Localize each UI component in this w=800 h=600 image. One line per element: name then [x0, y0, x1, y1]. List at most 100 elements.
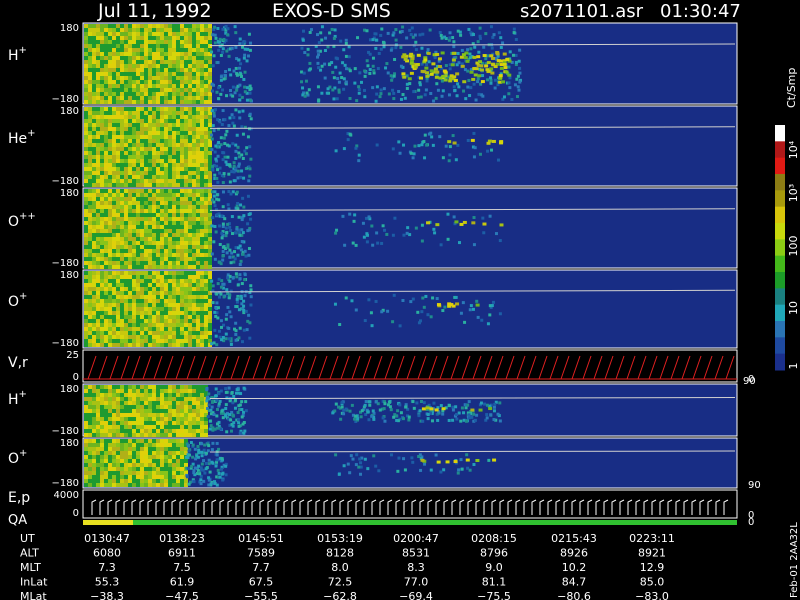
spectrogram-cell [148, 60, 152, 64]
spectrogram-cell [241, 132, 245, 136]
spectrogram-cell [100, 397, 104, 401]
spectrogram-cell [164, 28, 168, 32]
spectrogram-cell [156, 405, 160, 409]
spectrogram-cell [503, 66, 508, 70]
spectrogram-cell [437, 65, 442, 69]
spectrogram-cell [208, 257, 212, 261]
spectrogram-cell [501, 80, 506, 84]
spectrogram-cell [128, 343, 132, 347]
spectrogram-cell [493, 86, 497, 90]
spectrogram-cell [136, 159, 140, 163]
spectrogram-cell [156, 111, 160, 115]
spectrogram-cell [226, 276, 230, 280]
spectrogram-cell [156, 409, 160, 413]
spectrogram-cell [200, 143, 204, 147]
spectrogram-cell [184, 417, 188, 421]
spectrogram-cell [124, 60, 128, 64]
spectrogram-cell [112, 257, 116, 261]
spectrogram-cell [144, 60, 148, 64]
spectrogram-cell [180, 213, 184, 217]
spectrogram-cell [148, 233, 152, 237]
spectrogram-cell [200, 261, 204, 265]
spectrogram-cell [160, 425, 164, 429]
spectrogram-cell [188, 213, 192, 217]
spectrogram-cell [128, 40, 132, 44]
spectrogram-cell [160, 311, 164, 315]
spectrogram-cell [187, 449, 191, 453]
spectrogram-cell [96, 319, 100, 323]
spectrogram-cell [88, 221, 92, 225]
spectrogram-cell [152, 303, 156, 307]
spectrogram-cell [233, 91, 237, 95]
spectrogram-cell [221, 478, 225, 482]
spectrogram-cell [88, 201, 92, 205]
spectrogram-cell [176, 44, 180, 48]
header-instrument: EXOS-D SMS [272, 0, 391, 22]
spectrogram-cell [148, 201, 152, 205]
spectrogram-cell [148, 315, 152, 319]
spectrogram-cell [176, 100, 180, 104]
spectrogram-cell [465, 59, 470, 63]
spectrogram-cell [204, 303, 208, 307]
spectrogram-cell [423, 156, 427, 160]
spectrogram-cell [245, 328, 249, 332]
spectrogram-cell [112, 201, 116, 205]
spectrogram-cell [160, 299, 164, 303]
spectrogram-cell [148, 303, 152, 307]
spectrogram-cell [231, 121, 235, 125]
spectrogram-cell [104, 433, 108, 437]
spectrogram-cell [176, 209, 180, 213]
spectrogram-cell [108, 155, 112, 159]
spectrogram-cell [192, 40, 196, 44]
footer-cell: 8128 [326, 547, 354, 560]
spectrogram-cell [359, 415, 363, 419]
spectrogram-cell [100, 221, 104, 225]
spectrogram-cell [104, 84, 108, 88]
spectrogram-cell [246, 222, 250, 226]
spectrogram-cell [132, 80, 136, 84]
spectrogram-cell [88, 123, 92, 127]
spectrogram-cell [172, 80, 176, 84]
spectrogram-cell [345, 67, 349, 71]
spectrogram-cell [148, 475, 152, 479]
spectrogram-cell [204, 217, 208, 221]
spectrogram-cell [160, 303, 164, 307]
spectrogram-cell [84, 139, 88, 143]
spectrogram-cell [152, 283, 156, 287]
spectrogram-cell [470, 408, 475, 412]
spectrogram-cell [164, 433, 168, 437]
spectrogram-cell [192, 96, 196, 100]
spectrogram-cell [192, 307, 196, 311]
spectrogram-cell [148, 151, 152, 155]
spectrogram-cell [188, 171, 192, 175]
spectrogram-cell [92, 335, 96, 339]
spectrogram-cell [180, 479, 184, 483]
spectrogram-cell [184, 147, 188, 151]
spectrogram-cell [104, 303, 108, 307]
spectrogram-cell [148, 163, 152, 167]
spectrogram-cell [393, 216, 397, 220]
spectrogram-cell [172, 479, 176, 483]
spectrogram-cell [203, 471, 207, 475]
spectrogram-cell [203, 443, 207, 447]
spectrogram-cell [380, 310, 384, 314]
spectrogram-cell [92, 183, 96, 187]
spectrogram-cell [383, 228, 387, 232]
spectrogram-cell [88, 323, 92, 327]
spectrogram-cell [184, 439, 188, 443]
spectrogram-cell [172, 237, 176, 241]
spectrogram-cell [96, 299, 100, 303]
spectrogram-cell [152, 64, 156, 68]
spectrogram-cell [213, 150, 217, 154]
spectrogram-cell [351, 457, 355, 461]
spectrogram-cell [244, 254, 248, 258]
spectrogram-cell [208, 307, 212, 311]
spectrogram-cell [164, 64, 168, 68]
spectrogram-cell [100, 28, 104, 32]
spectrogram-cell [413, 65, 418, 69]
spectrogram-cell [160, 389, 164, 393]
spectrogram-cell [148, 36, 152, 40]
spectrogram-cell [112, 307, 116, 311]
spectrogram-cell [120, 155, 124, 159]
spectrogram-cell [188, 417, 192, 421]
